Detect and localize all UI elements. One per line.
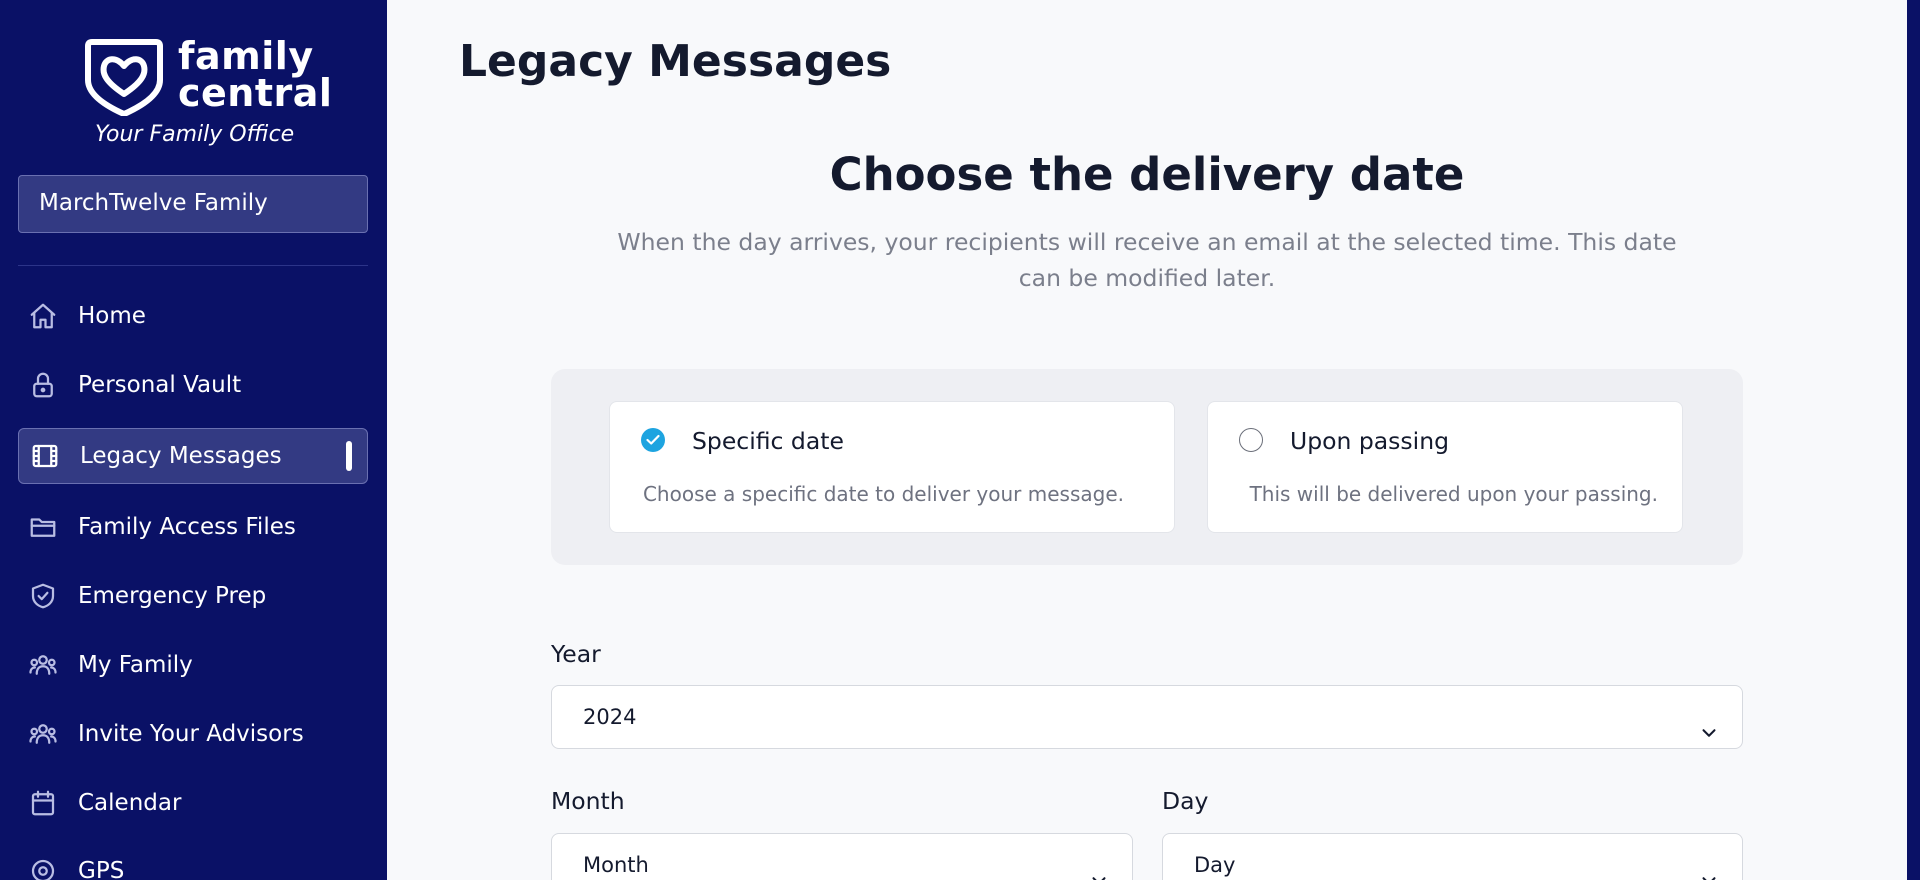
delivery-options-panel: Specific date Choose a specific date to … xyxy=(551,369,1743,565)
film-icon xyxy=(29,440,61,472)
sidebar-item-my-family[interactable]: My Family xyxy=(18,637,368,693)
sidebar-item-invite-your-advisors[interactable]: Invite Your Advisors xyxy=(18,706,368,762)
sidebar-item-emergency-prep[interactable]: Emergency Prep xyxy=(18,568,368,624)
sidebar-item-legacy-messages[interactable]: Legacy Messages xyxy=(18,428,368,484)
sidebar: family central Your Family Office MarchT… xyxy=(0,0,387,880)
sidebar-item-label: Invite Your Advisors xyxy=(78,721,304,747)
sidebar-item-calendar[interactable]: Calendar xyxy=(18,775,368,831)
day-select-value: Day xyxy=(1194,853,1236,877)
folder-icon xyxy=(27,511,59,543)
month-select-value: Month xyxy=(583,853,649,877)
sidebar-item-label: Family Access Files xyxy=(78,514,296,540)
section-heading: Choose the delivery date xyxy=(829,148,1465,201)
sidebar-item-home[interactable]: Home xyxy=(18,288,368,344)
option-description: Choose a specific date to deliver your m… xyxy=(642,482,1124,506)
sidebar-item-personal-vault[interactable]: Personal Vault xyxy=(18,357,368,413)
users-icon xyxy=(27,649,59,681)
option-specific-date[interactable]: Specific date Choose a specific date to … xyxy=(609,401,1175,533)
option-title: Specific date xyxy=(692,427,844,455)
home-icon xyxy=(27,300,59,332)
calendar-icon xyxy=(27,787,59,819)
option-description: This will be delivered upon your passing… xyxy=(1249,482,1658,506)
location-target-icon xyxy=(27,855,59,880)
sidebar-item-label: GPS xyxy=(78,858,125,880)
chevron-down-icon xyxy=(1698,706,1720,737)
sidebar-item-label: Legacy Messages xyxy=(80,443,282,469)
users-icon xyxy=(27,718,59,750)
option-title: Upon passing xyxy=(1290,427,1450,455)
chevron-down-icon xyxy=(1698,854,1720,880)
day-select[interactable]: Day xyxy=(1162,833,1743,880)
heart-shield-logo-icon xyxy=(85,39,163,116)
radio-checked-icon[interactable] xyxy=(641,428,665,452)
shield-check-icon xyxy=(27,580,59,612)
sidebar-divider xyxy=(18,265,368,266)
year-select[interactable]: 2024 xyxy=(551,685,1743,749)
radio-unchecked-icon[interactable] xyxy=(1239,428,1263,452)
option-upon-passing[interactable]: Upon passing This will be delivered upon… xyxy=(1207,401,1683,533)
logo-wordmark: family central xyxy=(178,34,333,115)
day-label: Day xyxy=(1162,787,1209,815)
active-indicator xyxy=(346,441,352,471)
month-select[interactable]: Month xyxy=(551,833,1133,880)
sidebar-item-label: Home xyxy=(78,303,146,329)
sidebar-item-gps[interactable]: GPS xyxy=(18,843,368,880)
sidebar-item-family-access-files[interactable]: Family Access Files xyxy=(18,499,368,555)
sidebar-item-label: Calendar xyxy=(78,790,182,816)
family-selector[interactable]: MarchTwelve Family xyxy=(18,175,368,233)
sidebar-item-label: My Family xyxy=(78,652,193,678)
window-edge-strip xyxy=(1907,0,1920,880)
chevron-down-icon xyxy=(1088,854,1110,880)
sidebar-item-label: Personal Vault xyxy=(78,372,242,398)
family-central-logo[interactable]: family central Your Family Office xyxy=(84,36,332,152)
sidebar-item-label: Emergency Prep xyxy=(78,583,267,609)
year-label: Year xyxy=(551,640,601,668)
month-label: Month xyxy=(551,787,625,815)
year-select-value: 2024 xyxy=(583,705,637,729)
logo-tagline: Your Family Office xyxy=(95,122,295,147)
lock-icon xyxy=(27,369,59,401)
section-subtitle: When the day arrives, your recipients wi… xyxy=(617,228,1677,292)
page-title: Legacy Messages xyxy=(459,36,892,87)
